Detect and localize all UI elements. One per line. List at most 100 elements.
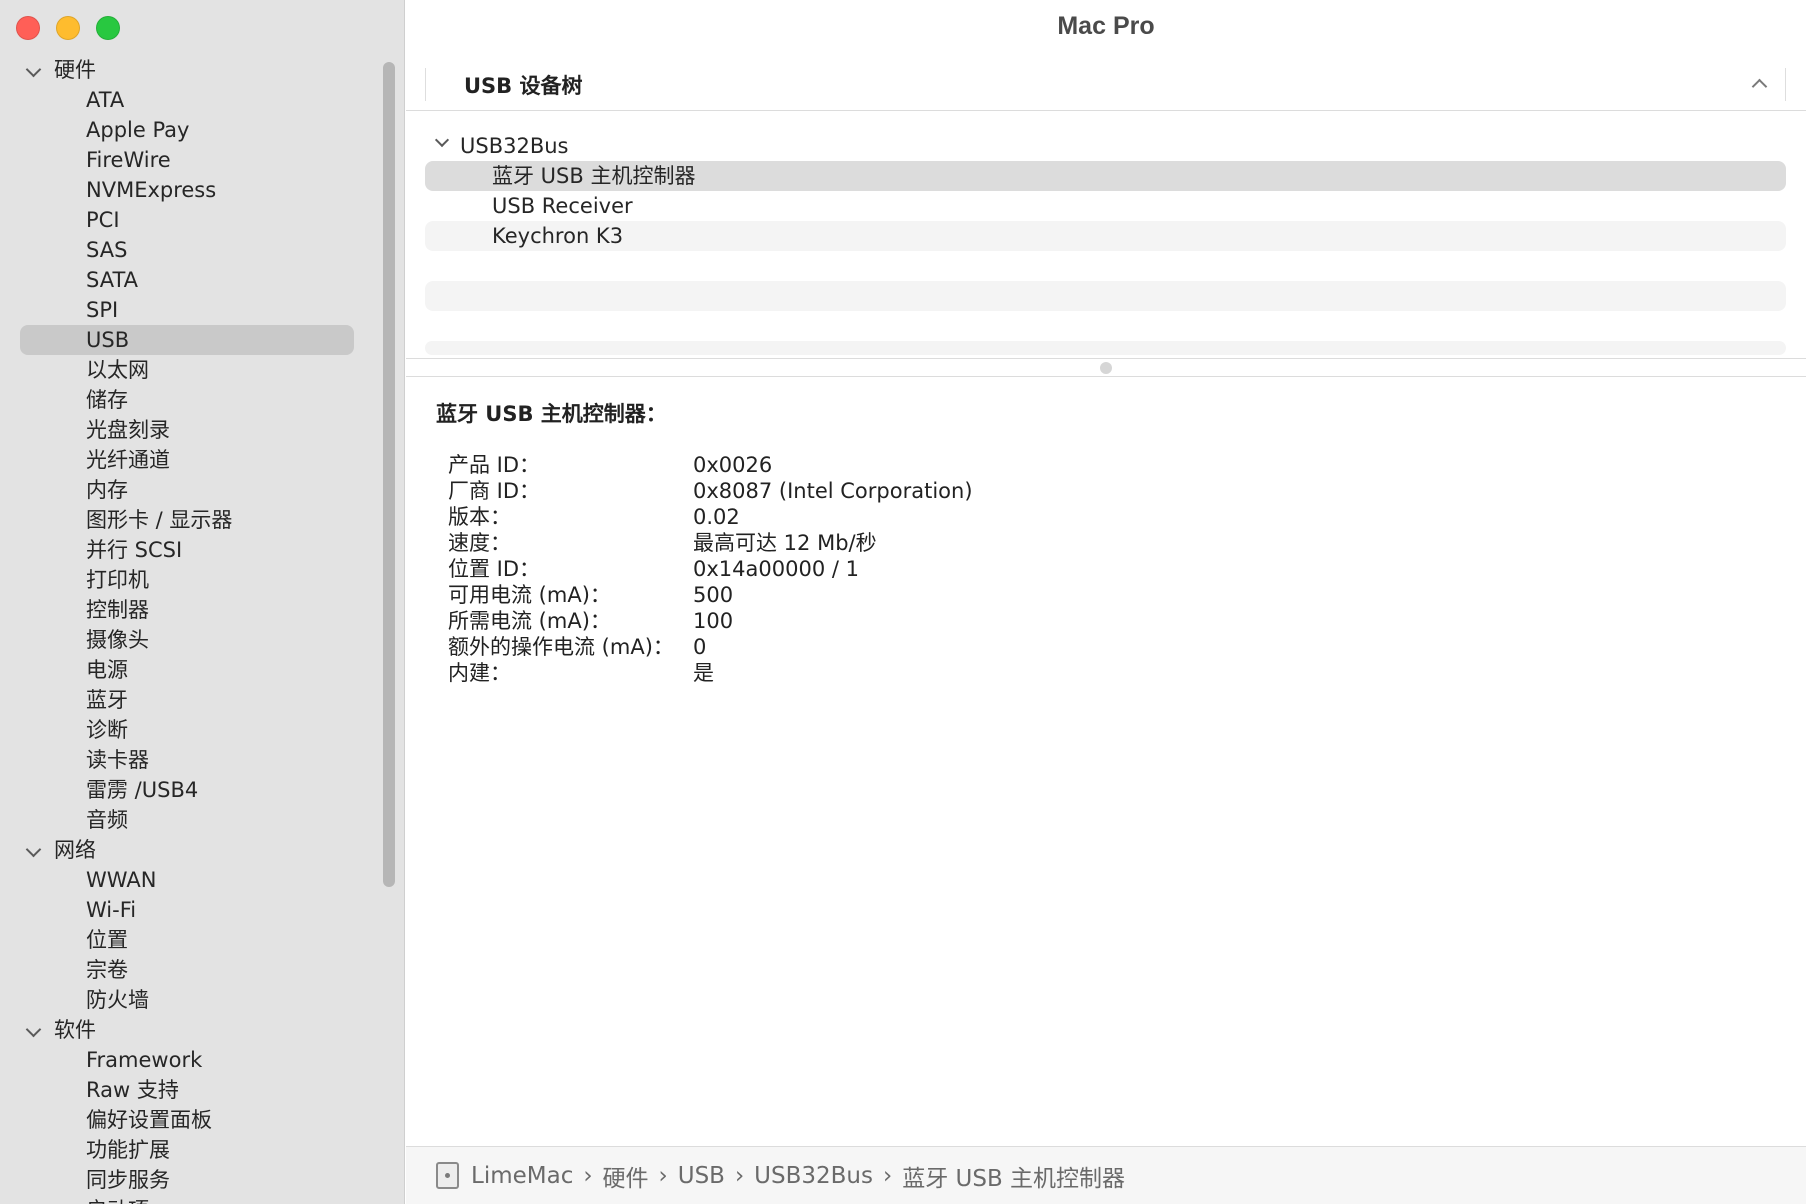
sidebar-item-label: 诊断 [86, 718, 128, 742]
path-crumb[interactable]: USB32Bus [754, 1163, 873, 1189]
sidebar-item[interactable]: Apple Pay [20, 115, 355, 145]
sidebar-item[interactable]: USB [20, 325, 354, 355]
property-row: 产品 ID： 0x0026 [448, 452, 973, 478]
chevron-right-icon: › [583, 1162, 593, 1189]
mac-pro-icon [436, 1162, 459, 1189]
property-key: 版本： [448, 505, 511, 529]
sidebar-item[interactable]: 电源 [20, 655, 355, 685]
property-key: 内建： [448, 661, 511, 685]
property-value: 0x0026 [693, 453, 773, 477]
sidebar-category-label: 硬件 [54, 58, 96, 82]
sidebar-item[interactable]: 音频 [20, 805, 355, 835]
sidebar-item-label: SATA [86, 268, 139, 292]
property-value: 0x14a00000 / 1 [693, 557, 859, 581]
sidebar-category[interactable]: 网络 [20, 835, 355, 865]
minimize-button[interactable] [56, 16, 80, 40]
sidebar-item-label: 雷雳 /USB4 [86, 778, 199, 802]
property-row: 厂商 ID： 0x8087 (Intel Corporation) [448, 478, 973, 504]
sidebar-item-label: NVMExpress [86, 178, 217, 202]
sidebar-item[interactable]: 打印机 [20, 565, 355, 595]
sidebar-item-label: 偏好设置面板 [86, 1108, 212, 1132]
usb-device-row[interactable]: Keychron K3 [425, 221, 1786, 251]
property-value: 0.02 [693, 505, 740, 529]
sidebar-item[interactable]: 控制器 [20, 595, 355, 625]
sidebar-item[interactable]: 同步服务 [20, 1165, 355, 1195]
sidebar-item[interactable]: 防火墙 [20, 985, 355, 1015]
sidebar-item[interactable]: 摄像头 [20, 625, 355, 655]
sidebar-item[interactable]: NVMExpress [20, 175, 355, 205]
sidebar-item-label: 图形卡 / 显示器 [86, 508, 233, 532]
zoom-button[interactable] [96, 16, 120, 40]
sidebar-item[interactable]: Wi-Fi [20, 895, 355, 925]
property-row: 所需电流 (mA)： 100 [448, 608, 973, 634]
sidebar-item[interactable]: 诊断 [20, 715, 355, 745]
chevron-down-icon[interactable] [25, 61, 42, 78]
sidebar-item[interactable]: 读卡器 [20, 745, 355, 775]
sidebar-item[interactable]: Framework [20, 1045, 355, 1075]
sidebar-item[interactable]: 雷雳 /USB4 [20, 775, 355, 805]
split-divider [406, 358, 1806, 359]
sidebar-item-label: 音频 [86, 808, 128, 832]
chevron-down-icon[interactable] [25, 841, 42, 858]
sidebar-item[interactable]: 宗卷 [20, 955, 355, 985]
sidebar-item[interactable]: 蓝牙 [20, 685, 355, 715]
property-value: 0 [693, 635, 707, 659]
sidebar-item[interactable]: 以太网 [20, 355, 355, 385]
property-value: 是 [693, 661, 714, 685]
sidebar-item[interactable]: SPI [20, 295, 355, 325]
sidebar-item-label: 以太网 [86, 358, 149, 382]
sidebar-category[interactable]: 硬件 [20, 55, 355, 85]
property-value: 500 [693, 583, 734, 607]
sidebar-item-label: 控制器 [86, 598, 149, 622]
sidebar-item-label: 防火墙 [86, 988, 149, 1012]
path-crumb[interactable]: LimeMac [471, 1163, 573, 1189]
sidebar-item[interactable]: ATA [20, 85, 355, 115]
path-crumb[interactable]: 蓝牙 USB 主机控制器 [902, 1159, 1125, 1193]
property-key: 速度： [448, 531, 511, 555]
path-bar: LimeMac › 硬件 › USB › USB32Bus › 蓝牙 USB 主机控制器 [406, 1146, 1806, 1204]
empty-row-stripe [425, 281, 1786, 311]
sidebar-item[interactable]: Raw 支持 [20, 1075, 355, 1105]
sidebar-item-label: 功能扩展 [86, 1138, 170, 1162]
sidebar-item[interactable]: 内存 [20, 475, 355, 505]
property-value: 最高可达 12 Mb/秒 [693, 531, 877, 555]
sidebar-item[interactable]: SATA [20, 265, 355, 295]
close-button[interactable] [16, 16, 40, 40]
sidebar-item[interactable]: 功能扩展 [20, 1135, 355, 1165]
chevron-right-icon: › [883, 1162, 893, 1189]
property-key: 位置 ID： [448, 557, 541, 581]
sidebar-item[interactable]: 光纤通道 [20, 445, 355, 475]
sidebar-item-label: 电源 [86, 658, 128, 682]
split-view-handle[interactable] [1100, 362, 1112, 374]
sidebar-item[interactable]: 并行 SCSI [20, 535, 355, 565]
chevron-up-icon[interactable] [1751, 78, 1768, 95]
usb-device-label: 蓝牙 USB 主机控制器 [492, 164, 696, 188]
sidebar-category[interactable]: 软件 [20, 1015, 355, 1045]
usb-device-row[interactable]: 蓝牙 USB 主机控制器 [425, 161, 1786, 191]
sidebar-scrollbar[interactable] [383, 62, 395, 887]
usb-device-row[interactable]: USB Receiver [425, 191, 1786, 221]
chevron-down-icon[interactable] [25, 1021, 42, 1038]
sidebar-item[interactable]: SAS [20, 235, 355, 265]
sidebar-item[interactable]: 偏好设置面板 [20, 1105, 355, 1135]
sidebar-item[interactable]: WWAN [20, 865, 355, 895]
sidebar-tree: 硬件 ATA Apple Pay FireWire NVMExpress PCI SAS SA… [20, 55, 355, 1204]
sidebar-item-label: 光纤通道 [86, 448, 170, 472]
usb-tree-header[interactable]: USB 设备树 [425, 68, 1786, 101]
sidebar-item[interactable]: 图形卡 / 显示器 [20, 505, 355, 535]
sidebar-item-label: USB [86, 328, 130, 352]
path-crumb[interactable]: 硬件 [603, 1159, 649, 1193]
sidebar: 硬件 ATA Apple Pay FireWire NVMExpress PCI SAS SA… [0, 0, 405, 1204]
usb-device-tree: USB32Bus 蓝牙 USB 主机控制器 USB Receiver Keych… [425, 131, 1786, 251]
sidebar-item[interactable]: 启动项 [20, 1195, 355, 1204]
sidebar-item[interactable]: 储存 [20, 385, 355, 415]
sidebar-category-label: 网络 [54, 838, 96, 862]
sidebar-item-label: Framework [86, 1048, 203, 1072]
chevron-down-icon[interactable] [434, 132, 450, 148]
path-crumb[interactable]: USB [678, 1163, 725, 1189]
sidebar-item[interactable]: 位置 [20, 925, 355, 955]
sidebar-item[interactable]: FireWire [20, 145, 355, 175]
sidebar-item[interactable]: PCI [20, 205, 355, 235]
sidebar-item[interactable]: 光盘刻录 [20, 415, 355, 445]
usb-bus-row[interactable]: USB32Bus [425, 131, 1786, 161]
